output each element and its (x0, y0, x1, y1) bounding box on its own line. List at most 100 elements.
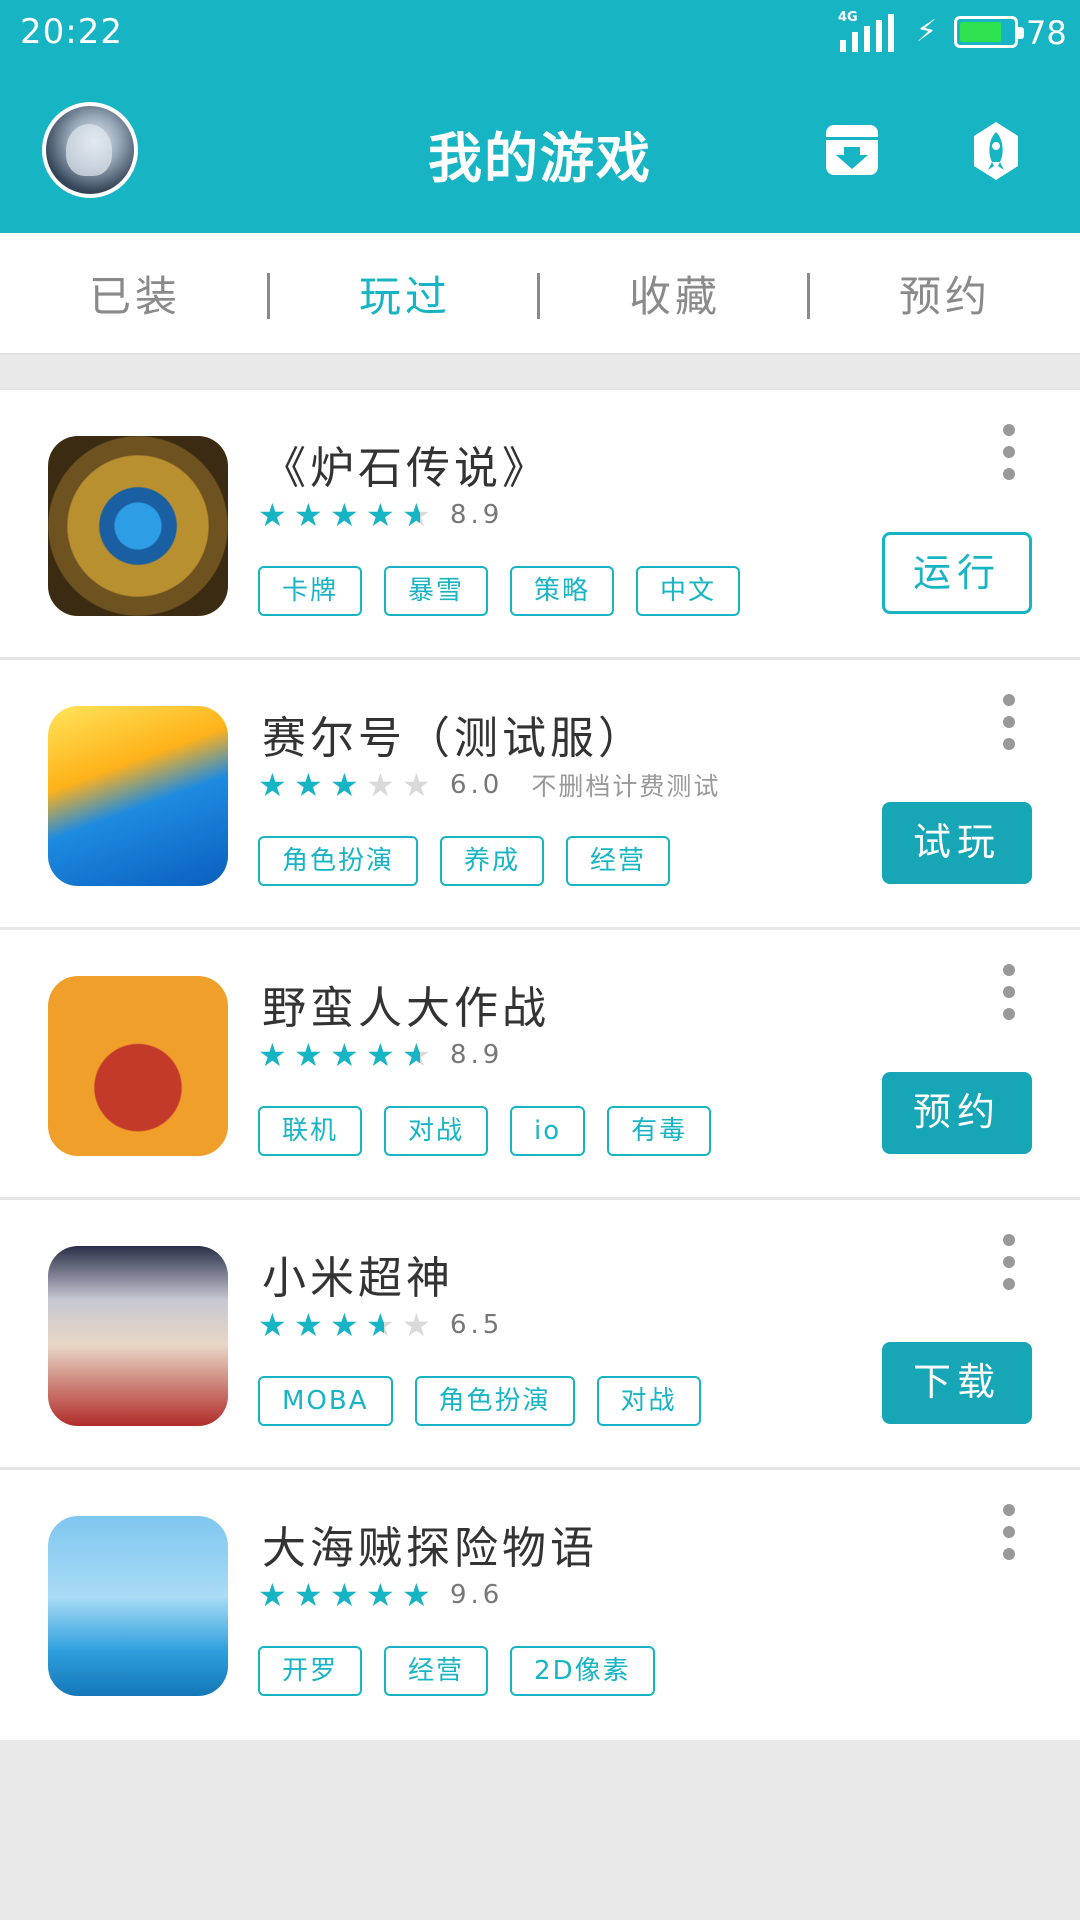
star-icon: ★ (258, 1306, 287, 1344)
barbarian-icon[interactable] (48, 976, 228, 1156)
tab-favorites[interactable]: 收藏 (575, 263, 775, 324)
star-icon: ★ (258, 1036, 287, 1074)
game-row[interactable]: 赛尔号（测试服） ★ ★ ★ ★ ★ 6.0 不删档计费测试 角色扮演 养成 经营 试玩 (0, 660, 1080, 930)
tab-divider (267, 273, 270, 319)
star-icon: ★ (258, 496, 287, 534)
tab-bar: 已装 玩过 收藏 预约 (0, 233, 1080, 355)
game-tag[interactable]: 角色扮演 (258, 836, 419, 886)
rating-stars: ★ ★ ★ ★ ★ 9.6 (258, 1578, 503, 1612)
star-icon: ★ (330, 766, 359, 804)
more-options-icon[interactable] (995, 1504, 1023, 1560)
star-icon: ★ (330, 1306, 359, 1344)
game-tag[interactable]: 经营 (566, 836, 671, 886)
game-row[interactable]: 小米超神 ★ ★ ★ ★ ★ 6.5 MOBA 角色扮演 对战 下载 (0, 1200, 1080, 1470)
battery-icon (954, 16, 1024, 48)
game-action-button[interactable]: 运行 (882, 532, 1032, 614)
rating-score: 6.5 (450, 1310, 504, 1340)
game-action-button[interactable]: 试玩 (882, 802, 1032, 884)
game-tag[interactable]: 联机 (258, 1106, 363, 1156)
game-name: 《炉石传说》 (262, 443, 550, 494)
hearthstone-icon[interactable] (48, 436, 228, 616)
star-icon: ★ (294, 766, 323, 804)
game-row[interactable]: 大海贼探险物语 ★ ★ ★ ★ ★ 9.6 开罗 经营 2D像素 (0, 1470, 1080, 1740)
status-time: 20:22 (20, 12, 123, 52)
rating-stars: ★ ★ ★ ★ ★ 8.9 (258, 1038, 503, 1072)
star-icon: ★ (294, 496, 323, 534)
rating-stars: ★ ★ ★ ★ ★ 6.5 (258, 1308, 503, 1342)
game-name: 大海贼探险物语 (262, 1523, 598, 1574)
star-icon: ★ (402, 766, 431, 804)
tab-reserved[interactable]: 预约 (845, 263, 1045, 324)
star-icon: ★ (330, 496, 359, 534)
star-icon: ★ (294, 1306, 323, 1344)
game-list: 《炉石传说》 ★ ★ ★ ★ ★ 8.9 卡牌 暴雪 策略 中文 运行 赛尔号（测试服） ★ ★ ★ ★ ★ 6.0… (0, 387, 1080, 1740)
star-icon: ★ (330, 1576, 359, 1614)
game-tag[interactable]: 角色扮演 (414, 1376, 575, 1426)
game-row[interactable]: 《炉石传说》 ★ ★ ★ ★ ★ 8.9 卡牌 暴雪 策略 中文 运行 (0, 390, 1080, 660)
more-options-icon[interactable] (995, 1234, 1023, 1290)
rating-stars: ★ ★ ★ ★ ★ 6.0 不删档计费测试 (258, 768, 720, 802)
top-bar: 20:22 4G ⚡ 78 我的游戏 (0, 0, 1080, 233)
signal-icon (840, 14, 894, 52)
star-icon: ★ (402, 1038, 438, 1072)
star-icon: ★ (366, 496, 395, 534)
tab-installed[interactable]: 已装 (35, 263, 235, 324)
star-icon: ★ (258, 1576, 287, 1614)
page-title: 我的游戏 (428, 127, 652, 190)
game-name: 小米超神 (262, 1253, 454, 1304)
star-icon: ★ (294, 1576, 323, 1614)
tag-list: 卡牌 暴雪 策略 中文 (258, 566, 762, 616)
tag-list: 开罗 经营 2D像素 (258, 1646, 677, 1696)
game-name: 赛尔号（测试服） (262, 713, 646, 764)
game-tag[interactable]: 中文 (636, 566, 741, 616)
star-icon: ★ (366, 1308, 402, 1342)
rating-score: 9.6 (450, 1580, 504, 1610)
game-note: 不删档计费测试 (531, 772, 721, 801)
more-options-icon[interactable] (995, 424, 1023, 480)
tab-played[interactable]: 玩过 (305, 263, 505, 324)
tag-list: 角色扮演 养成 经营 (258, 836, 692, 886)
game-action-button[interactable]: 预约 (882, 1072, 1032, 1154)
game-tag[interactable]: 2D像素 (510, 1646, 655, 1696)
rating-score: 6.0 (450, 770, 504, 800)
star-icon: ★ (402, 498, 438, 532)
game-tag[interactable]: 开罗 (258, 1646, 363, 1696)
game-tag[interactable]: 卡牌 (258, 566, 363, 616)
rating-score: 8.9 (450, 1040, 504, 1070)
status-bar: 20:22 4G ⚡ 78 (0, 0, 1080, 66)
game-tag[interactable]: 养成 (440, 836, 545, 886)
more-options-icon[interactable] (995, 964, 1023, 1020)
game-name: 野蛮人大作战 (262, 983, 550, 1034)
game-tag[interactable]: 策略 (510, 566, 615, 616)
star-icon: ★ (402, 1576, 431, 1614)
rocket-icon[interactable] (968, 120, 1024, 182)
seer-icon[interactable] (48, 706, 228, 886)
game-tag[interactable]: 对战 (596, 1376, 701, 1426)
star-icon: ★ (366, 766, 395, 804)
download-manager-icon[interactable] (824, 123, 880, 177)
rating-stars: ★ ★ ★ ★ ★ 8.9 (258, 498, 503, 532)
tag-list: 联机 对战 io 有毒 (258, 1106, 733, 1156)
game-tag[interactable]: io (510, 1106, 586, 1156)
game-action-button[interactable]: 下载 (882, 1342, 1032, 1424)
star-icon: ★ (258, 766, 287, 804)
battery-percent: 78 (1026, 14, 1067, 52)
mi-superhero-icon[interactable] (48, 1246, 228, 1426)
game-tag[interactable]: 经营 (384, 1646, 489, 1696)
game-tag[interactable]: MOBA (258, 1376, 393, 1426)
game-tag[interactable]: 暴雪 (384, 566, 489, 616)
charging-icon: ⚡ (916, 14, 938, 49)
star-icon: ★ (402, 1306, 431, 1344)
rating-score: 8.9 (450, 500, 504, 530)
game-row[interactable]: 野蛮人大作战 ★ ★ ★ ★ ★ 8.9 联机 对战 io 有毒 预约 (0, 930, 1080, 1200)
tag-list: MOBA 角色扮演 对战 (258, 1376, 723, 1426)
tab-divider (807, 273, 810, 319)
battery-fill (960, 22, 1001, 42)
game-tag[interactable]: 对战 (384, 1106, 489, 1156)
pirate-adventure-icon[interactable] (48, 1516, 228, 1696)
game-tag[interactable]: 有毒 (607, 1106, 712, 1156)
more-options-icon[interactable] (995, 694, 1023, 750)
star-icon: ★ (366, 1576, 395, 1614)
star-icon: ★ (330, 1036, 359, 1074)
star-icon: ★ (294, 1036, 323, 1074)
